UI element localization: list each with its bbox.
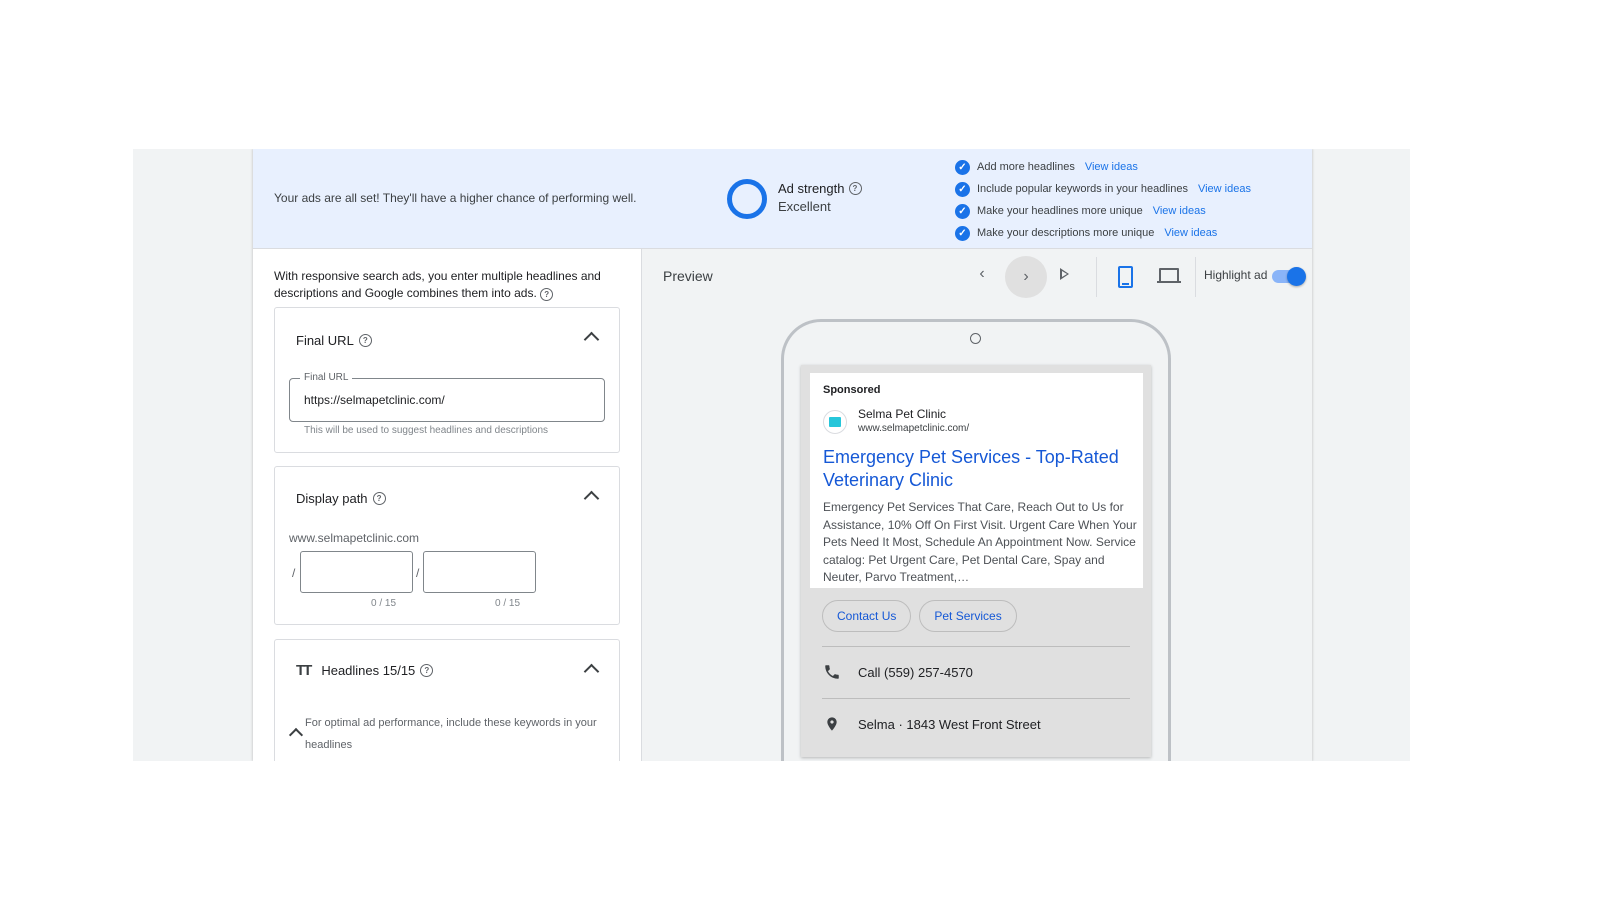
divider xyxy=(1195,257,1196,297)
play-icon[interactable] xyxy=(1060,268,1069,280)
mobile-device-icon[interactable] xyxy=(1118,266,1133,288)
laptop-device-icon[interactable] xyxy=(1157,268,1181,283)
business-name: Selma Pet Clinic xyxy=(858,407,947,421)
path1-input[interactable] xyxy=(300,551,413,593)
display-path-card: Display path ? www.selmapetclinic.com / … xyxy=(274,466,620,625)
highlight-ad-label: Highlight ad xyxy=(1204,268,1268,282)
check-circle-icon: ✓ xyxy=(955,181,970,197)
preview-column: Preview ‹ › Highlight ad Sponsored Selma… xyxy=(642,249,1312,761)
display-path-title-text: Display path xyxy=(296,491,368,506)
tip-text: Include popular keywords in your headlin… xyxy=(977,183,1188,195)
ad-headline[interactable]: Emergency Pet Services - Top-Rated Veter… xyxy=(823,446,1133,492)
app-frame: Your ads are all set! They'll have a hig… xyxy=(133,149,1410,761)
view-ideas-link[interactable]: View ideas xyxy=(1085,161,1138,173)
chevron-up-icon[interactable] xyxy=(583,490,600,507)
chevron-left-icon[interactable]: ‹ xyxy=(972,264,992,284)
check-circle-icon: ✓ xyxy=(955,159,970,175)
divider xyxy=(822,646,1130,647)
display-domain: www.selmapetclinic.com xyxy=(289,531,420,545)
ad-editor-panel: Your ads are all set! They'll have a hig… xyxy=(253,149,1312,761)
headlines-title: TT Headlines 15/15 ? xyxy=(296,662,434,679)
ad-strength-label: Ad strength xyxy=(778,181,845,196)
chevron-up-icon[interactable] xyxy=(583,663,600,680)
tip-item: ✓ Include popular keywords in your headl… xyxy=(955,178,1251,200)
tip-text: Add more headlines xyxy=(977,161,1075,173)
divider xyxy=(822,698,1130,699)
final-url-card: Final URL ? Final URL https://selmapetcl… xyxy=(274,307,620,453)
phone-icon xyxy=(822,662,842,682)
help-icon[interactable]: ? xyxy=(420,664,434,677)
tips-list: ✓ Add more headlines View ideas ✓ Includ… xyxy=(955,156,1251,244)
final-url-field-label: Final URL xyxy=(300,372,353,383)
tip-text: Make your headlines more unique xyxy=(977,205,1143,217)
path1-char-count: 0 / 15 xyxy=(371,598,397,609)
final-url-title-text: Final URL xyxy=(296,333,354,348)
help-icon[interactable]: ? xyxy=(372,492,386,505)
help-icon[interactable]: ? xyxy=(540,288,554,301)
headlines-title-text: Headlines 15/15 xyxy=(321,663,416,678)
highlight-ad-toggle[interactable] xyxy=(1272,267,1306,286)
preview-title: Preview xyxy=(663,268,713,284)
view-ideas-link[interactable]: View ideas xyxy=(1153,205,1206,217)
sitelink-chip[interactable]: Contact Us xyxy=(822,600,912,632)
chevron-up-icon[interactable] xyxy=(583,331,600,348)
location-text: Selma · 1843 West Front Street xyxy=(858,716,1041,732)
ad-strength-title: Ad strength ? xyxy=(778,181,862,196)
ad-strength-ring-icon xyxy=(727,179,767,219)
tip-text: Make your descriptions more unique xyxy=(977,227,1155,239)
ad-description: Emergency Pet Services That Care, Reach … xyxy=(823,500,1137,584)
final-url-value[interactable]: https://selmapetclinic.com/ xyxy=(304,393,445,407)
path2-input[interactable] xyxy=(423,551,536,593)
path-slash: / xyxy=(292,566,296,580)
call-row[interactable]: Call (559) 257-4570 xyxy=(822,662,973,682)
keywords-hint: For optimal ad performance, include thes… xyxy=(305,717,597,751)
sponsored-label: Sponsored xyxy=(823,384,881,396)
tip-item: ✓ Make your headlines more unique View i… xyxy=(955,200,1251,222)
business-logo xyxy=(823,410,847,434)
call-text: Call (559) 257-4570 xyxy=(858,664,973,680)
location-row[interactable]: Selma · 1843 West Front Street xyxy=(822,714,1041,734)
ad-strength-banner: Your ads are all set! They'll have a hig… xyxy=(253,149,1312,249)
path-slash: / xyxy=(416,566,420,580)
phone-screen: Sponsored Selma Pet Clinic www.selmapetc… xyxy=(795,351,1157,761)
intro-text: With responsive search ads, you enter mu… xyxy=(274,268,604,302)
sitelink-chip[interactable]: Pet Services xyxy=(919,600,1017,632)
cloud-logo-icon xyxy=(829,417,841,427)
view-ideas-link[interactable]: View ideas xyxy=(1198,183,1251,195)
final-url-hint: This will be used to suggest headlines a… xyxy=(304,425,549,436)
ad-strength-value: Excellent xyxy=(778,199,831,214)
display-url: www.selmapetclinic.com/ xyxy=(858,423,970,434)
ad-preview: Sponsored Selma Pet Clinic www.selmapetc… xyxy=(801,365,1151,757)
tip-item: ✓ Make your descriptions more unique Vie… xyxy=(955,222,1251,244)
tip-item: ✓ Add more headlines View ideas xyxy=(955,156,1251,178)
display-path-title: Display path ? xyxy=(296,491,386,506)
chevron-right-icon[interactable]: › xyxy=(1005,256,1047,298)
location-pin-icon xyxy=(822,714,842,734)
editor-column: With responsive search ads, you enter mu… xyxy=(253,249,642,761)
toggle-knob xyxy=(1287,267,1306,286)
ad-main: Sponsored Selma Pet Clinic www.selmapetc… xyxy=(810,373,1143,588)
check-circle-icon: ✓ xyxy=(955,225,970,241)
check-circle-icon: ✓ xyxy=(955,203,970,219)
final-url-input[interactable]: Final URL https://selmapetclinic.com/ xyxy=(289,372,605,422)
help-icon[interactable]: ? xyxy=(848,182,862,195)
chevron-up-icon[interactable] xyxy=(288,727,304,743)
banner-message: Your ads are all set! They'll have a hig… xyxy=(274,191,637,205)
phone-mockup: Sponsored Selma Pet Clinic www.selmapetc… xyxy=(781,319,1171,761)
view-ideas-link[interactable]: View ideas xyxy=(1164,227,1217,239)
sitelinks: Contact Us Pet Services xyxy=(822,600,1017,632)
camera-icon xyxy=(970,333,981,344)
final-url-title: Final URL ? xyxy=(296,333,372,348)
path2-char-count: 0 / 15 xyxy=(495,598,521,609)
divider xyxy=(1096,257,1097,297)
headlines-card: TT Headlines 15/15 ? For optimal ad perf… xyxy=(274,639,620,761)
help-icon[interactable]: ? xyxy=(358,334,372,347)
text-format-icon: TT xyxy=(296,662,312,679)
